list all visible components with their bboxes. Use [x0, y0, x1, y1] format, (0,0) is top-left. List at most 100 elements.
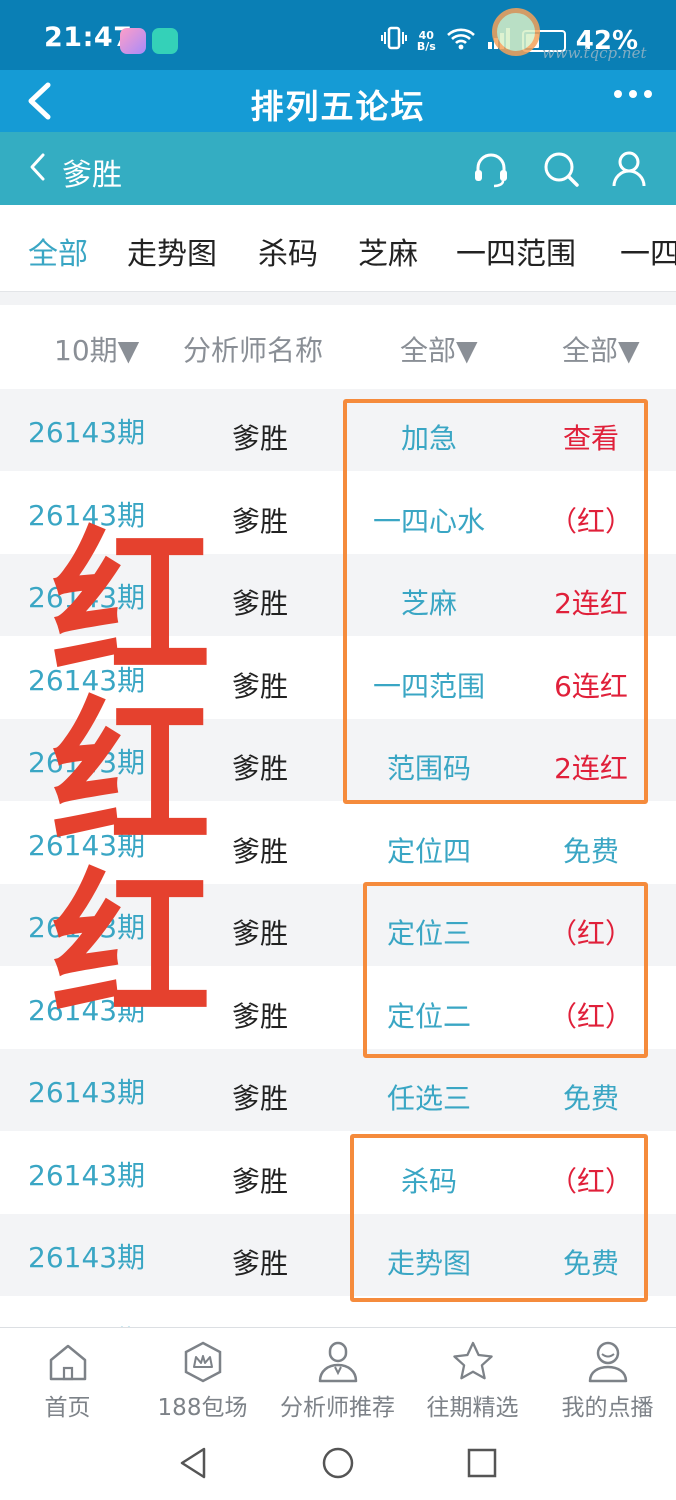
category-cell[interactable]: 走势图 [350, 1242, 508, 1282]
period-cell: 26143期 [28, 1076, 146, 1109]
customer-service-icon[interactable] [472, 150, 510, 188]
nav-my-orders[interactable]: 我的点播 [540, 1328, 675, 1428]
analyst-name-cell: 爹胜 [232, 1082, 289, 1115]
period-cell: 26143期 [28, 1241, 146, 1274]
period-cell: 26143期 [28, 663, 146, 697]
list-item[interactable]: 26143期 爹胜 加急 查看 [0, 389, 676, 471]
crown-badge-icon [181, 1340, 225, 1384]
category-cell[interactable]: 范围码 [350, 747, 508, 787]
prediction-list: 26143期 爹胜 加急 查看 26143期 爹胜 一四心水 （红） 26143期 爹胜 芝麻 2连红… [0, 389, 676, 1327]
analyst-title: 爹胜 [62, 158, 122, 193]
tab-trend-chart[interactable]: 走势图 [127, 229, 217, 273]
result-cell[interactable]: 免费 [528, 1077, 654, 1117]
sub-back-icon[interactable] [28, 152, 46, 182]
list-item[interactable]: 26143期 爹胜 定位二 （红） [0, 967, 676, 1049]
user-icon[interactable] [610, 150, 648, 188]
result-cell[interactable]: 6连红 [528, 665, 654, 705]
tab-sesame[interactable]: 芝麻 [358, 229, 418, 273]
nav-home[interactable]: 首页 [0, 1328, 135, 1428]
category-cell[interactable]: 加急 [350, 417, 508, 457]
result-cell[interactable]: 查看 [528, 417, 654, 457]
divider [0, 291, 676, 305]
tab-kill-code[interactable]: 杀码 [258, 229, 318, 273]
analyst-column-header: 分析师名称 [183, 334, 324, 367]
system-back-icon[interactable] [176, 1445, 212, 1481]
system-home-icon[interactable] [320, 1445, 356, 1481]
list-item[interactable]: 26143期 爹胜 芝麻 2连红 [0, 554, 676, 636]
list-item[interactable]: 26143期 爹胜 范围码 2连红 [0, 719, 676, 801]
list-item[interactable]: 26143期 爹胜 一四心水 （红） [0, 472, 676, 554]
app-notification-icon [120, 28, 146, 54]
result-cell[interactable]: （红） [528, 500, 654, 540]
period-cell: 26143期 [28, 1158, 146, 1192]
result-cell[interactable]: 免费 [528, 830, 654, 870]
nav-label: 188包场 [157, 1395, 248, 1421]
system-nav-bar [0, 1427, 676, 1500]
list-item[interactable]: 26143期 爹胜 定位四 免费 [0, 802, 676, 884]
nav-label: 分析师推荐 [280, 1395, 395, 1421]
category-cell[interactable]: 芝麻 [350, 582, 508, 622]
period-cell: 26143期 [28, 1319, 145, 1328]
tab-1-4[interactable]: 一四 [620, 229, 676, 273]
category-cell[interactable]: 杀码 [350, 1160, 508, 1200]
profile-icon [586, 1340, 630, 1384]
period-filter-dropdown[interactable]: 10期▼ [54, 329, 139, 369]
result-cell[interactable]: （红） [528, 995, 654, 1035]
bottom-nav: 首页 188包场 分析师推荐 往期精选 我的点播 [0, 1327, 676, 1427]
page-title: 排列五论坛 [250, 87, 426, 126]
period-cell: 26143期 [28, 993, 146, 1027]
period-cell: 26143期 [28, 416, 146, 449]
analyst-name-cell: 爹胜 [232, 917, 289, 950]
nav-label: 首页 [44, 1395, 91, 1421]
analyst-name-cell: 爹胜 [232, 422, 289, 455]
wifi-icon [446, 26, 476, 56]
analyst-name-cell: 爹胜 [232, 834, 289, 868]
app-title-bar: 排列五论坛 [0, 70, 676, 132]
tab-range-1-4[interactable]: 一四范围 [456, 229, 576, 273]
category-cell[interactable]: 定位二 [350, 995, 508, 1035]
result-cell[interactable]: 2连红 [528, 747, 654, 787]
list-item[interactable]: 26143期 爹胜 任选三 免费 [0, 1049, 676, 1131]
analyst-icon [316, 1340, 360, 1384]
net-speed: 40 B/s [416, 29, 436, 53]
analyst-name-cell: 爹胜 [232, 587, 289, 620]
list-item[interactable]: 26143期 爹胜 走势图 免费 [0, 1214, 676, 1296]
result-cell[interactable]: 2连红 [528, 582, 654, 622]
nav-label: 往期精选 [426, 1395, 519, 1421]
result-filter-dropdown[interactable]: 全部▼ [562, 329, 640, 369]
category-cell[interactable]: 任选三 [350, 1077, 508, 1117]
forum-sub-header: 爹胜 [0, 132, 676, 205]
category-tabs: 全部 走势图 杀码 芝麻 一四范围 一四 [0, 205, 676, 291]
category-cell[interactable]: 定位四 [350, 830, 508, 870]
analyst-name-cell: 爹胜 [232, 504, 289, 538]
nav-past-selections[interactable]: 往期精选 [405, 1328, 540, 1428]
list-item[interactable]: 26143期 [0, 1297, 676, 1328]
result-cell[interactable]: （红） [528, 1160, 654, 1200]
category-cell[interactable]: 定位三 [350, 912, 508, 952]
result-cell[interactable]: 免费 [528, 1242, 654, 1282]
category-cell[interactable]: 一四心水 [350, 500, 508, 540]
period-cell: 26143期 [28, 498, 146, 532]
category-cell[interactable]: 一四范围 [350, 665, 508, 705]
analyst-name-cell: 爹胜 [232, 1164, 289, 1198]
tab-all[interactable]: 全部 [28, 229, 88, 273]
nav-analyst-recommend[interactable]: 分析师推荐 [270, 1328, 405, 1428]
system-recents-icon[interactable] [464, 1445, 500, 1481]
period-cell: 26143期 [28, 581, 146, 614]
analyst-name-cell: 爹胜 [232, 669, 289, 703]
analyst-name-cell: 爹胜 [232, 999, 289, 1033]
period-cell: 26143期 [28, 828, 146, 862]
nav-188-package[interactable]: 188包场 [135, 1328, 270, 1428]
result-cell[interactable]: （红） [528, 912, 654, 952]
watermark-logo: www.tqcp.net [492, 4, 662, 64]
search-icon[interactable] [542, 150, 580, 188]
app-notification-icon [152, 28, 178, 54]
period-cell: 26143期 [28, 911, 146, 944]
period-cell: 26143期 [28, 746, 146, 779]
list-item[interactable]: 26143期 爹胜 一四范围 6连红 [0, 637, 676, 719]
list-item[interactable]: 26143期 爹胜 杀码 （红） [0, 1132, 676, 1214]
star-icon [451, 1340, 495, 1384]
list-item[interactable]: 26143期 爹胜 定位三 （红） [0, 884, 676, 966]
category-filter-dropdown[interactable]: 全部▼ [400, 329, 478, 369]
more-options-icon[interactable] [614, 90, 652, 98]
